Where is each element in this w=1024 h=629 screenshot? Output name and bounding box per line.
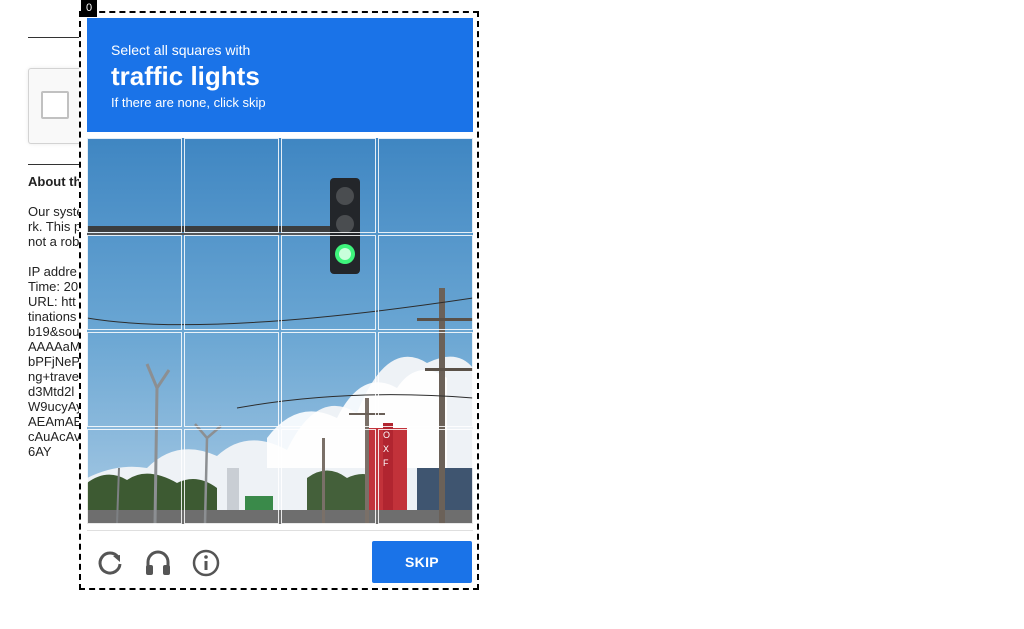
- recaptcha-checkbox[interactable]: [41, 91, 69, 119]
- about-text-line: Our syste: [28, 204, 84, 219]
- about-text-line: IP addre: [28, 264, 77, 279]
- frame-index-badge: 0: [81, 0, 97, 17]
- image-tile[interactable]: [378, 332, 473, 427]
- about-text-line: cAuAcAv: [28, 429, 81, 444]
- image-tile[interactable]: [281, 235, 376, 330]
- reload-icon[interactable]: [94, 547, 126, 579]
- about-text-line: URL: htt: [28, 294, 76, 309]
- about-text-line: rk. This p: [28, 219, 82, 234]
- about-text-line: AEAmAE: [28, 414, 83, 429]
- instruction-text: Select all squares with: [111, 42, 251, 58]
- image-tile[interactable]: [281, 138, 376, 233]
- footer-divider: [87, 530, 473, 531]
- target-object: traffic lights: [111, 61, 260, 91]
- image-tile[interactable]: [378, 138, 473, 233]
- image-tile[interactable]: [281, 332, 376, 427]
- image-tile[interactable]: [87, 429, 182, 524]
- challenge-image-grid: O X F: [87, 138, 473, 524]
- image-tile[interactable]: [87, 332, 182, 427]
- image-tile[interactable]: [184, 332, 279, 427]
- image-tile[interactable]: [281, 429, 376, 524]
- about-text-line: tinations: [28, 309, 77, 324]
- about-text-line: d3Mtd2l: [28, 384, 75, 399]
- about-text-line: b19&sou: [28, 324, 80, 339]
- about-text-line: not a rob: [28, 234, 80, 249]
- image-tile[interactable]: [184, 429, 279, 524]
- image-tile[interactable]: [87, 138, 182, 233]
- about-text-line: ng+trave: [28, 369, 79, 384]
- about-text-line: Time: 20: [28, 279, 79, 294]
- image-tile[interactable]: [184, 138, 279, 233]
- about-text-line: bPFjNeP: [28, 354, 81, 369]
- image-tile[interactable]: [87, 235, 182, 330]
- info-icon[interactable]: [190, 547, 222, 579]
- about-text-line: AAAAaM: [28, 339, 81, 354]
- challenge-header: Select all squares with traffic lights I…: [87, 18, 473, 132]
- about-heading: About th: [28, 174, 82, 189]
- about-text-line: W9ucyAy: [28, 399, 83, 414]
- image-tile[interactable]: [184, 235, 279, 330]
- skip-hint: If there are none, click skip: [111, 95, 266, 110]
- image-tile[interactable]: [378, 235, 473, 330]
- tile-grid: [87, 138, 473, 524]
- image-tile[interactable]: [378, 429, 473, 524]
- skip-button[interactable]: Skip: [372, 541, 472, 583]
- headphones-icon[interactable]: [142, 547, 174, 579]
- about-text-line: 6AY: [28, 444, 52, 459]
